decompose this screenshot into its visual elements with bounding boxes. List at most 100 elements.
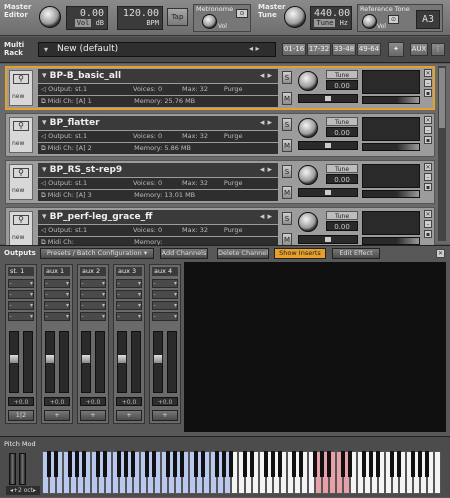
pitch-wheel[interactable] xyxy=(9,453,16,485)
instrument-name-field[interactable]: ▾ BP_perf-leg_grace_ff ◂ ▸ xyxy=(38,210,278,224)
prev-next-arrows[interactable]: ◂ ▸ xyxy=(249,44,260,53)
piano-black-key[interactable] xyxy=(194,451,198,477)
piano-black-key[interactable] xyxy=(376,451,380,477)
insert-slot[interactable]: – ▾ xyxy=(80,301,106,310)
close-icon[interactable]: ✕ xyxy=(424,69,432,77)
piano-black-key[interactable] xyxy=(243,451,247,477)
piano-black-key[interactable] xyxy=(229,451,233,477)
volume-knob[interactable] xyxy=(298,118,318,138)
insert-slot[interactable]: – ▾ xyxy=(44,312,70,321)
insert-slot[interactable]: – ▾ xyxy=(116,279,142,288)
channel-fader-handle[interactable] xyxy=(9,354,19,364)
piano-black-key[interactable] xyxy=(264,451,268,477)
piano-black-key[interactable] xyxy=(68,451,72,477)
piano-black-key[interactable] xyxy=(124,451,128,477)
show-inserts-button[interactable]: Show Inserts xyxy=(274,248,326,259)
channel-output-routing[interactable]: 1|2 xyxy=(8,410,34,421)
channel-volume-value[interactable]: +0.0 xyxy=(44,397,70,406)
prev-next-arrows[interactable]: ◂ ▸ xyxy=(260,116,272,130)
channel-volume-value[interactable]: +0.0 xyxy=(152,397,178,406)
piano-black-key[interactable] xyxy=(166,451,170,477)
channel-fader[interactable] xyxy=(45,331,55,393)
piano-black-key[interactable] xyxy=(117,451,121,477)
piano-black-key[interactable] xyxy=(131,451,135,477)
tab-17-32[interactable]: 17-32 xyxy=(307,43,331,56)
rack-view-icon[interactable]: ✦ xyxy=(388,42,404,57)
channel-name[interactable]: aux 3 xyxy=(116,267,142,276)
instrument-icon[interactable]: ⚲ new xyxy=(9,211,33,247)
aux-toggle-icon[interactable]: ▪ xyxy=(424,183,432,191)
piano-black-key[interactable] xyxy=(313,451,317,477)
insert-slot[interactable]: – ▾ xyxy=(44,301,70,310)
mod-wheel[interactable] xyxy=(19,453,26,485)
output-value[interactable]: st.1 xyxy=(75,84,131,95)
pan-slider-handle[interactable] xyxy=(325,143,331,148)
minimize-icon[interactable]: – xyxy=(424,173,432,181)
piano-black-key[interactable] xyxy=(201,451,205,477)
close-icon[interactable]: ✕ xyxy=(424,116,432,124)
channel-volume-value[interactable]: +0.0 xyxy=(8,397,34,406)
channel-name[interactable]: aux 2 xyxy=(80,267,106,276)
instrument-icon[interactable]: ⚲ new xyxy=(9,164,33,200)
pan-slider[interactable] xyxy=(298,94,358,103)
channel-fader[interactable] xyxy=(9,331,19,393)
channel-fader[interactable] xyxy=(153,331,163,393)
instrument-slot[interactable]: ⚲ new ▾ BP_RS_st-rep9 ◂ ▸ ◁ Output: st.1… xyxy=(5,160,435,204)
piano-black-key[interactable] xyxy=(327,451,331,477)
piano-black-key[interactable] xyxy=(271,451,275,477)
volume-slider[interactable] xyxy=(362,96,420,104)
insert-slot[interactable]: – ▾ xyxy=(44,279,70,288)
piano-black-key[interactable] xyxy=(145,451,149,477)
channel-output-routing[interactable]: + xyxy=(44,410,70,421)
pan-slider-handle[interactable] xyxy=(325,190,331,195)
insert-slot[interactable]: – ▾ xyxy=(152,312,178,321)
instrument-slot[interactable]: ⚲ new ▾ BP_flatter ◂ ▸ ◁ Output: st.1 Vo… xyxy=(5,113,435,157)
tune-value[interactable]: 0.00 xyxy=(326,127,358,137)
volume-knob[interactable] xyxy=(298,71,318,91)
tune-value[interactable]: 0.00 xyxy=(326,221,358,231)
piano-black-key[interactable] xyxy=(47,451,51,477)
piano-black-key[interactable] xyxy=(222,451,226,477)
piano-black-key[interactable] xyxy=(299,451,303,477)
add-channels-button[interactable]: Add Channels xyxy=(160,248,208,259)
piano-black-key[interactable] xyxy=(320,451,324,477)
solo-button[interactable]: S xyxy=(282,118,292,131)
mute-button[interactable]: M xyxy=(282,92,292,105)
output-value[interactable]: st.1 xyxy=(75,178,131,189)
purge-button[interactable]: Purge xyxy=(224,226,243,234)
channel-output-routing[interactable]: + xyxy=(116,410,142,421)
bpm-display[interactable]: 120.00 BPM xyxy=(117,6,163,30)
channel-fader-handle[interactable] xyxy=(45,354,55,364)
output-value[interactable]: st.1 xyxy=(75,225,131,236)
insert-slot[interactable]: – ▾ xyxy=(8,312,34,321)
piano-black-key[interactable] xyxy=(348,451,352,477)
insert-slot[interactable]: – ▾ xyxy=(80,279,106,288)
pan-slider-handle[interactable] xyxy=(325,96,331,101)
reference-volume-knob[interactable] xyxy=(362,14,377,29)
instrument-icon[interactable]: ⚲ new xyxy=(9,117,33,153)
piano-black-key[interactable] xyxy=(54,451,58,477)
wrench-icon[interactable]: ⚲ xyxy=(13,121,29,131)
max-value[interactable]: 32 xyxy=(200,178,222,189)
wrench-icon[interactable]: ⚲ xyxy=(13,215,29,225)
instrument-name-field[interactable]: ▾ BP_flatter ◂ ▸ xyxy=(38,116,278,130)
piano-black-key[interactable] xyxy=(418,451,422,477)
insert-slot[interactable]: – ▾ xyxy=(152,290,178,299)
rack-scroll-thumb[interactable] xyxy=(439,68,445,128)
insert-slot[interactable]: – ▾ xyxy=(8,301,34,310)
piano-black-key[interactable] xyxy=(292,451,296,477)
presets-batch-button[interactable]: Presets / Batch Configuration ▾ xyxy=(40,248,154,259)
midi-channel-value[interactable]: [A] 1 xyxy=(76,96,132,107)
master-tune-knob[interactable] xyxy=(284,6,306,28)
piano-keyboard[interactable] xyxy=(42,437,442,498)
piano-black-key[interactable] xyxy=(425,451,429,477)
close-icon[interactable]: ✕ xyxy=(436,249,445,258)
insert-slot[interactable]: – ▾ xyxy=(152,279,178,288)
volume-slider[interactable] xyxy=(362,190,420,198)
insert-slot[interactable]: – ▾ xyxy=(116,290,142,299)
insert-slot[interactable]: – ▾ xyxy=(8,290,34,299)
piano-black-key[interactable] xyxy=(250,451,254,477)
tune-value[interactable]: 0.00 xyxy=(326,80,358,90)
aux-toggle-icon[interactable]: ▪ xyxy=(424,89,432,97)
piano-black-key[interactable] xyxy=(75,451,79,477)
